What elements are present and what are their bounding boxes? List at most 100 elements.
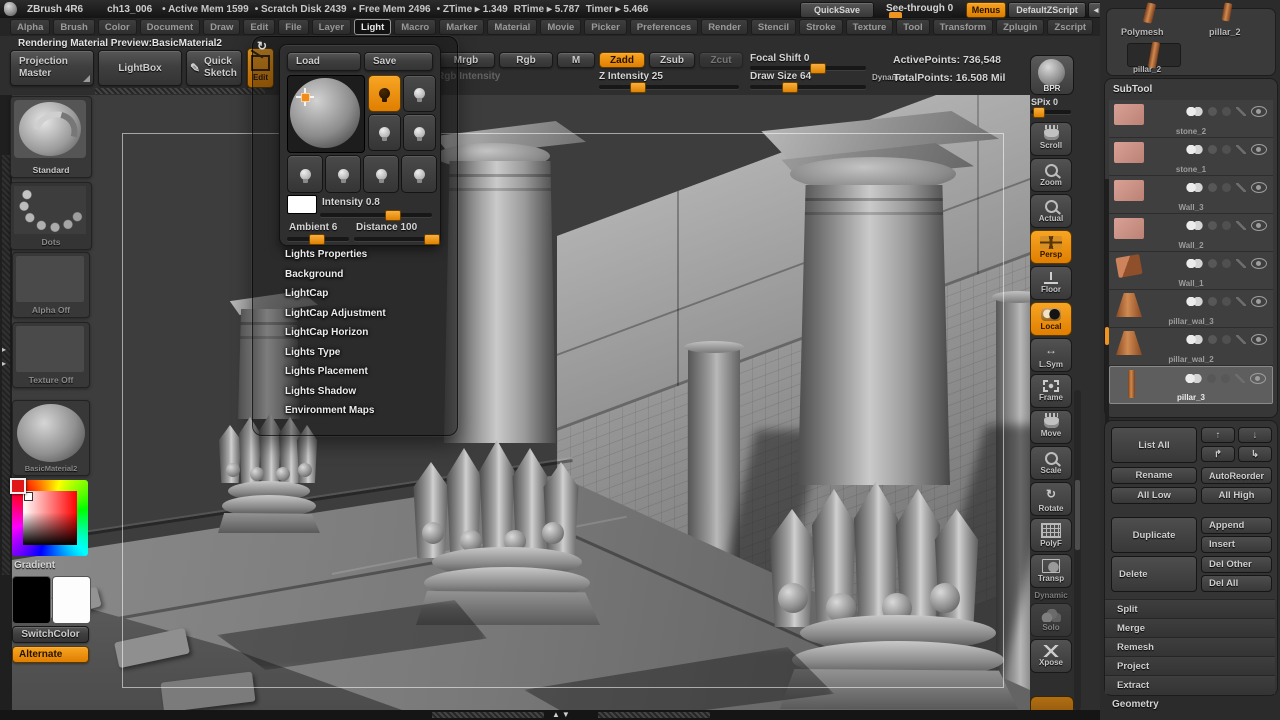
brush-toggle-icon[interactable] — [1236, 297, 1246, 306]
polymesh-label[interactable]: Polymesh — [1121, 27, 1164, 37]
rgb-button[interactable]: Rgb — [499, 52, 553, 68]
see-through-slider[interactable] — [886, 14, 952, 17]
tool-frame[interactable]: Frame — [1030, 374, 1072, 408]
toggle-icon[interactable] — [1222, 259, 1231, 268]
tool-scale[interactable]: Scale — [1030, 446, 1072, 480]
tool-zoom[interactable]: Zoom — [1030, 158, 1072, 192]
bottom-tray-divider[interactable]: ▲▼ — [0, 710, 1100, 720]
intensity-handle[interactable] — [385, 210, 401, 221]
canvas-scrollbar[interactable] — [1074, 390, 1081, 710]
merge-button[interactable]: Merge — [1105, 618, 1275, 637]
tool-actual[interactable]: Actual — [1030, 194, 1072, 228]
menu-stencil[interactable]: Stencil — [751, 19, 796, 35]
quicksave-button[interactable]: QuickSave — [800, 2, 874, 18]
tray-toggle-arrows-icon[interactable]: ▲▼ — [552, 710, 572, 719]
spix-slider[interactable] — [1031, 110, 1071, 114]
ambient-slider[interactable] — [287, 237, 349, 241]
tool-xpose[interactable]: Xpose — [1030, 639, 1072, 673]
z-intensity-slider[interactable] — [599, 85, 739, 89]
subtool-row[interactable]: stone_2 — [1109, 100, 1273, 138]
menu-alpha[interactable]: Alpha — [10, 19, 50, 35]
light-3-toggle[interactable] — [368, 114, 401, 151]
draw-size-handle[interactable] — [782, 82, 798, 93]
tool-rotate[interactable]: Rotate — [1030, 482, 1072, 516]
brush-toggle-icon[interactable] — [1236, 221, 1246, 230]
material-picker[interactable]: BasicMaterial2 — [12, 400, 90, 476]
light-preview-sphere[interactable] — [287, 75, 365, 153]
tool-transp[interactable]: Transp — [1030, 554, 1072, 588]
subtool-scroll-marker[interactable] — [1105, 327, 1109, 345]
light-menu-section[interactable]: Lights Placement — [285, 366, 450, 377]
light-menu-section[interactable]: Lights Properties — [285, 249, 450, 260]
polypaint-icon[interactable] — [1186, 297, 1203, 306]
remesh-button[interactable]: Remesh — [1105, 637, 1275, 656]
menu-light[interactable]: Light — [354, 19, 391, 35]
quick-tool-label[interactable]: pillar_2 — [1209, 27, 1241, 37]
toggle-icon[interactable] — [1222, 107, 1231, 116]
spix-handle[interactable] — [1033, 107, 1045, 118]
tray-arrow-icon[interactable]: ▸ — [2, 359, 6, 368]
light-7-toggle[interactable] — [363, 155, 399, 193]
polypaint-icon[interactable] — [1186, 335, 1203, 344]
brush-toggle-icon[interactable] — [1235, 374, 1245, 383]
visibility-eye-icon[interactable] — [1251, 220, 1267, 231]
tray-divider-hatch[interactable] — [95, 88, 265, 94]
toggle-icon[interactable] — [1222, 297, 1231, 306]
list-all-button[interactable]: List All — [1111, 427, 1197, 463]
light-2-toggle[interactable] — [403, 75, 436, 112]
tool-local[interactable]: Local — [1030, 302, 1072, 336]
light-4-toggle[interactable] — [403, 114, 436, 151]
append-button[interactable]: Append — [1201, 517, 1272, 534]
tool-scroll[interactable]: Scroll — [1030, 122, 1072, 156]
main-color-swatch[interactable] — [12, 576, 51, 624]
alternate-button[interactable]: Alternate — [12, 646, 89, 663]
polypaint-icon[interactable] — [1186, 107, 1203, 116]
tool-solo[interactable]: Solo — [1030, 603, 1072, 637]
menu-zscript[interactable]: Zscript — [1047, 19, 1093, 35]
alpha-picker[interactable]: Alpha Off — [12, 252, 90, 318]
focal-shift-slider[interactable] — [750, 66, 866, 70]
brush-toggle-icon[interactable] — [1236, 183, 1246, 192]
gradient-label[interactable]: Gradient — [14, 560, 55, 571]
brush-picker[interactable]: Standard — [10, 96, 92, 178]
draw-size-slider[interactable] — [750, 85, 866, 89]
menu-movie[interactable]: Movie — [540, 19, 581, 35]
subtool-header[interactable]: SubTool — [1113, 84, 1152, 95]
z-intensity-handle[interactable] — [630, 82, 646, 93]
tool-floor[interactable]: Floor — [1030, 266, 1072, 300]
visibility-eye-icon[interactable] — [1251, 182, 1267, 193]
tool-thumb-small[interactable] — [1143, 2, 1157, 24]
switchcolor-button[interactable]: SwitchColor — [12, 626, 89, 643]
distance-handle[interactable] — [424, 234, 440, 245]
brush-toggle-icon[interactable] — [1236, 145, 1246, 154]
toggle-icon[interactable] — [1221, 374, 1230, 383]
project-button[interactable]: Project — [1105, 656, 1275, 675]
extract-button[interactable]: Extract — [1105, 675, 1275, 694]
refresh-icon[interactable]: ↻ — [257, 39, 267, 53]
geometry-section-header[interactable]: Geometry — [1112, 699, 1159, 710]
toggle-icon[interactable] — [1222, 335, 1231, 344]
autoreorder-button[interactable]: AutoReorder — [1201, 467, 1272, 484]
active-tool-thumbnail[interactable] — [1127, 43, 1181, 67]
light-menu-section[interactable]: LightCap Adjustment — [285, 308, 450, 319]
current-color-swatch[interactable] — [10, 478, 26, 494]
light-6-toggle[interactable] — [325, 155, 361, 193]
toggle-icon[interactable] — [1208, 145, 1217, 154]
load-button[interactable]: Load — [287, 52, 361, 71]
light-menu-section[interactable]: LightCap Horizon — [285, 327, 450, 338]
secondary-color-swatch[interactable] — [52, 576, 91, 624]
zadd-button[interactable]: Zadd — [599, 52, 645, 68]
light-5-toggle[interactable] — [287, 155, 323, 193]
default-zscript-button[interactable]: DefaultZScript — [1008, 2, 1086, 18]
toggle-icon[interactable] — [1222, 221, 1231, 230]
duplicate-button[interactable]: Duplicate — [1111, 517, 1197, 553]
subtool-row[interactable]: pillar_wal_2 — [1109, 328, 1273, 366]
subtool-row[interactable]: Wall_1 — [1109, 252, 1273, 290]
light-menu-section[interactable]: Lights Shadow — [285, 386, 450, 397]
menu-texture[interactable]: Texture — [846, 19, 894, 35]
delete-button[interactable]: Delete — [1111, 556, 1197, 592]
brush-toggle-icon[interactable] — [1236, 107, 1246, 116]
texture-picker[interactable]: Texture Off — [12, 322, 90, 388]
toggle-icon[interactable] — [1207, 374, 1216, 383]
subtool-down-button[interactable]: ↓ — [1238, 427, 1272, 443]
